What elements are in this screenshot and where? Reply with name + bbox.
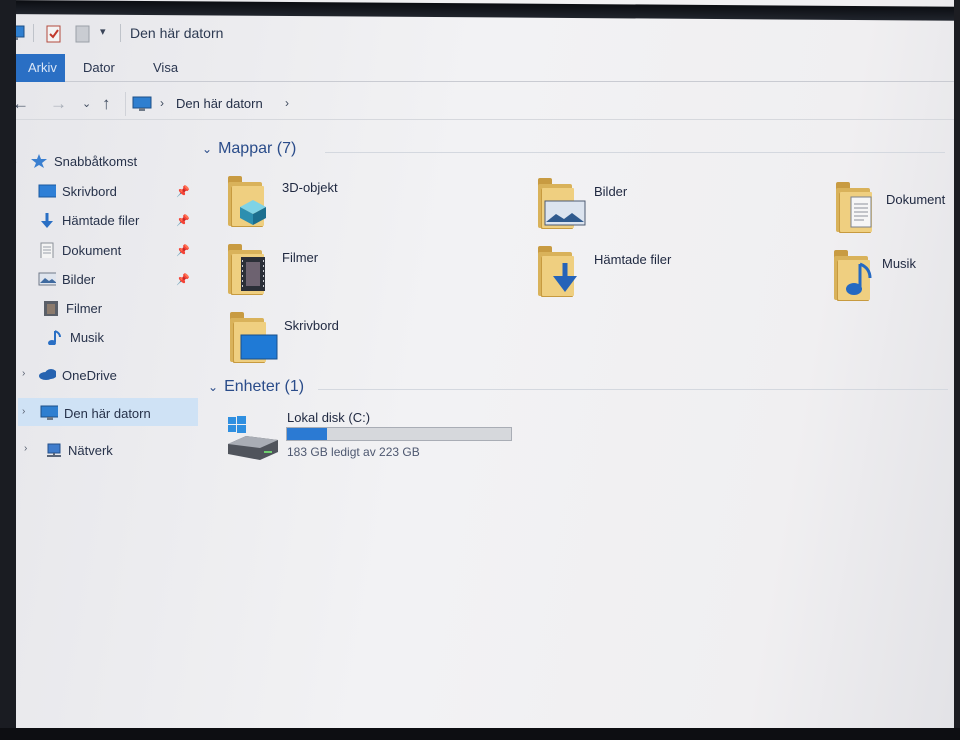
- nav-item-documents[interactable]: Dokument: [38, 237, 121, 263]
- music-note-icon: [846, 262, 872, 295]
- nav-quick-access[interactable]: Snabbåtkomst: [30, 148, 137, 174]
- nav-item-skrivbord[interactable]: Skrivbord: [38, 178, 117, 204]
- folder-label: Skrivbord: [284, 318, 339, 333]
- nav-item-pictures[interactable]: Bilder: [38, 266, 95, 292]
- drive-name: Lokal disk (C:): [287, 410, 371, 425]
- nav-item-downloads[interactable]: Hämtade filer: [38, 207, 139, 233]
- drive-usage-bar: [286, 427, 512, 441]
- breadcrumb-separator-icon[interactable]: ›: [160, 96, 164, 110]
- drive-usage-fill: [287, 428, 328, 440]
- pin-icon[interactable]: 📌: [176, 214, 190, 227]
- window-title: Den här datorn: [130, 25, 224, 41]
- nav-item-label: Filmer: [66, 300, 103, 316]
- folder-icon: [230, 312, 278, 362]
- film-strip-icon: [241, 257, 265, 291]
- pictures-icon: [38, 272, 56, 286]
- folder-icon: [538, 178, 586, 228]
- group-header-devices[interactable]: ⌄ Enheter (1): [208, 378, 304, 396]
- drive-free-space: 183 GB ledigt av 223 GB: [287, 445, 420, 459]
- new-folder-icon[interactable]: [74, 24, 92, 44]
- download-arrow-icon: [553, 263, 577, 292]
- windows-drive-icon: [228, 416, 278, 460]
- tab-dator[interactable]: Dator: [69, 54, 129, 82]
- expand-chevron-icon[interactable]: ›: [22, 368, 25, 379]
- network-icon: [47, 443, 61, 457]
- toolbar-divider: [33, 24, 34, 42]
- nav-item-label: Skrivbord: [62, 183, 117, 199]
- desktop-icon: [38, 184, 56, 198]
- desktop-icon: [240, 334, 278, 360]
- up-button[interactable]: ↑: [102, 92, 111, 116]
- folder-label: Filmer: [282, 250, 319, 265]
- cube-icon: [240, 200, 266, 225]
- nav-this-pc[interactable]: Den här datorn: [40, 400, 151, 426]
- music-note-icon: [48, 330, 61, 345]
- folder-label: 3D-objekt: [282, 180, 338, 195]
- folder-label: Dokument: [886, 192, 946, 207]
- nav-item-label: Dokument: [62, 242, 122, 258]
- nav-this-pc-label: Den här datorn: [64, 405, 151, 421]
- film-icon: [44, 301, 58, 316]
- monitor-bezel-left: [0, 0, 16, 740]
- nav-item-label: Musik: [70, 329, 104, 345]
- expand-chevron-icon[interactable]: ›: [24, 443, 27, 454]
- nav-item-videos[interactable]: Filmer: [42, 295, 102, 321]
- properties-icon[interactable]: [44, 24, 64, 44]
- tab-visa[interactable]: Visa: [139, 54, 192, 82]
- folder-label: Musik: [882, 256, 916, 271]
- nav-quick-access-label: Snabbåtkomst: [54, 153, 138, 169]
- nav-onedrive[interactable]: OneDrive: [38, 362, 117, 388]
- explorer-window: ▾ Den här datorn Arkiv Dator Visa ← → ⌄ …: [0, 0, 960, 740]
- toolbar-divider: [120, 24, 121, 42]
- title-bar: ▾ Den här datorn: [0, 18, 960, 48]
- ribbon-tabs: Arkiv Dator Visa: [14, 54, 960, 82]
- cloud-icon: [39, 369, 56, 380]
- star-icon: [31, 154, 47, 168]
- nav-item-label: Bilder: [62, 271, 96, 287]
- monitor-bezel-right: [954, 0, 960, 740]
- navigation-pane: ⌄ Snabbåtkomst Skrivbord 📌 Hämtade filer…: [10, 140, 204, 720]
- group-divider: [325, 152, 945, 153]
- nav-onedrive-label: OneDrive: [62, 367, 117, 383]
- group-divider: [318, 389, 948, 390]
- address-row: ← → ⌄ ↑ › Den här datorn ›: [0, 88, 960, 120]
- folder-icon: [228, 176, 268, 226]
- nav-item-music[interactable]: Musik: [46, 324, 104, 350]
- pin-icon[interactable]: 📌: [176, 273, 190, 286]
- folder-icon: [836, 182, 876, 232]
- pin-icon[interactable]: 📌: [176, 244, 190, 257]
- folder-icon: [228, 244, 268, 294]
- download-arrow-icon: [41, 213, 53, 228]
- breadcrumb-this-pc[interactable]: Den här datorn: [176, 96, 263, 111]
- recent-locations-chevron-icon[interactable]: ⌄: [82, 92, 91, 116]
- nav-network-label: Nätverk: [68, 442, 113, 458]
- folder-label: Hämtade filer: [594, 252, 672, 267]
- pin-icon[interactable]: 📌: [176, 185, 190, 198]
- monitor-bezel-bottom: [0, 728, 960, 740]
- collapse-chevron-icon[interactable]: ⌄: [202, 142, 212, 156]
- nav-network[interactable]: Nätverk: [44, 437, 113, 463]
- breadcrumb-separator-icon[interactable]: ›: [285, 96, 289, 110]
- folder-icon: [538, 246, 578, 296]
- folder-label: Bilder: [594, 184, 628, 199]
- nav-item-label: Hämtade filer: [62, 212, 140, 228]
- document-icon: [40, 242, 54, 258]
- this-pc-icon: [132, 96, 152, 111]
- customize-toolbar-icon[interactable]: ▾: [100, 25, 106, 38]
- group-header-folders[interactable]: ⌄ Mappar (7): [202, 140, 296, 158]
- expand-chevron-icon[interactable]: ›: [22, 406, 25, 417]
- tab-arkiv[interactable]: Arkiv: [14, 54, 65, 82]
- collapse-chevron-icon[interactable]: ⌄: [208, 380, 218, 394]
- document-icon: [850, 196, 872, 228]
- folder-icon: [834, 250, 874, 300]
- landscape-photo-icon: [544, 200, 586, 226]
- group-title: Enheter (1): [224, 378, 305, 395]
- this-pc-icon: [40, 405, 58, 420]
- forward-button[interactable]: →: [50, 92, 67, 116]
- group-title: Mappar (7): [218, 140, 297, 157]
